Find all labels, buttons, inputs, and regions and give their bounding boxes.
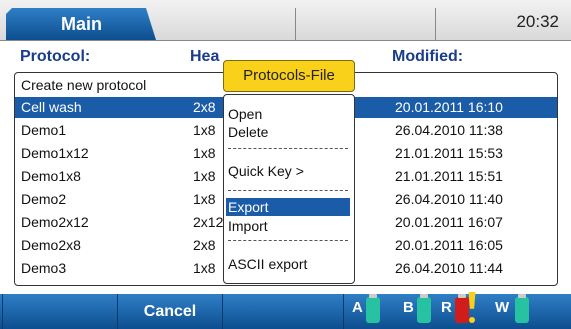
protocol-modified: 20.01.2011 16:05 (395, 237, 503, 253)
cancel-button[interactable]: Cancel (120, 294, 220, 329)
protocol-heads: 2x8 (193, 237, 216, 253)
clock: 20:32 (516, 12, 559, 31)
protocol-heads: 1x8 (193, 145, 216, 161)
protocol-heads: 1x8 (193, 191, 216, 207)
bottle-r-label: R (441, 299, 452, 316)
menu-item-quick-key[interactable]: Quick Key > (228, 162, 304, 180)
protocol-modified: 26.04.2010 11:44 (395, 260, 503, 276)
protocol-modified: 21.01.2011 15:51 (395, 168, 503, 184)
protocol-name: Demo1x8 (21, 168, 81, 184)
protocol-name: Demo1 (21, 122, 67, 138)
menu-item-delete[interactable]: Delete (228, 123, 268, 141)
protocol-modified: 26.04.2010 11:38 (395, 122, 503, 138)
protocol-modified: 20.01.2011 16:07 (395, 214, 503, 230)
protocol-modified: 20.01.2011 16:10 (395, 99, 503, 115)
bottle-a-icon (366, 294, 380, 323)
protocol-heads: 1x8 (193, 168, 216, 184)
softkey-1[interactable] (2, 294, 118, 329)
column-header-protocol: Protocol: (20, 48, 91, 65)
menu-item-export[interactable]: Export (226, 198, 350, 216)
protocol-name: Demo2x8 (21, 237, 81, 253)
tab-divider (435, 8, 436, 40)
protocol-heads: 2x8 (193, 99, 216, 115)
column-header-modified: Modified: (392, 48, 464, 65)
app-frame: Main 20:32 Protocol: Hea Modified: Creat… (0, 0, 571, 329)
menu-item-ascii-export[interactable]: ASCII export (228, 255, 307, 273)
menu-separator (228, 190, 348, 191)
bottle-b-icon (417, 294, 431, 323)
bottle-b-label: B (403, 299, 414, 316)
protocol-heads: 1x8 (193, 122, 216, 138)
menu-item-import[interactable]: Import (228, 217, 268, 235)
popup-title: Protocols-File (223, 60, 355, 92)
bottle-w-label: W (495, 299, 510, 316)
tab-divider (295, 8, 296, 40)
menu-separator (228, 240, 348, 241)
protocol-heads: 1x8 (193, 260, 216, 276)
protocol-name: Create new protocol (21, 77, 147, 93)
protocol-name: Cell wash (21, 99, 82, 115)
tab-main[interactable]: Main (6, 8, 156, 40)
protocol-heads: 2x12 (193, 214, 224, 230)
protocol-name: Demo3 (21, 260, 67, 276)
bottle-w-icon (515, 294, 529, 323)
warning-icon-dot (469, 317, 475, 323)
bottle-a-label: A (352, 299, 363, 316)
bottle-r-icon (455, 294, 469, 323)
protocol-modified: 21.01.2011 15:53 (395, 145, 503, 161)
protocol-name: Demo2 (21, 191, 67, 207)
menu-separator (228, 148, 348, 149)
tab-bar: Main 20:32 (0, 0, 571, 41)
protocol-name: Demo1x12 (21, 145, 89, 161)
protocol-modified: 26.04.2010 11:40 (395, 191, 503, 207)
protocol-name: Demo2x12 (21, 214, 89, 230)
column-header-heads: Hea (190, 48, 220, 65)
protocols-file-menu: Open Delete Quick Key > Export Import AS… (223, 94, 355, 284)
softkey-3[interactable] (222, 294, 344, 329)
menu-item-open[interactable]: Open (228, 105, 262, 123)
